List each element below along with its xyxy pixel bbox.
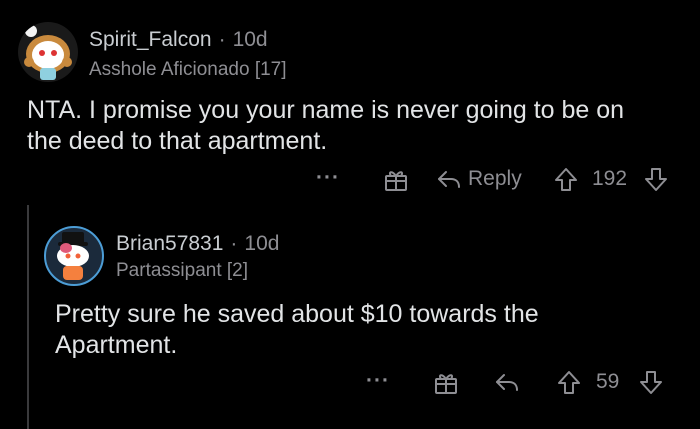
more-button[interactable]: ··· <box>366 369 390 393</box>
downvote-icon[interactable] <box>643 166 669 199</box>
avatar-spirit-falcon[interactable] <box>18 22 78 82</box>
user-flair: Asshole Aficionado [17] <box>89 59 287 80</box>
thread-line <box>27 205 29 429</box>
avatar-brian57831[interactable] <box>44 226 104 286</box>
separator: · <box>218 28 226 51</box>
more-button[interactable]: ··· <box>316 166 340 190</box>
username[interactable]: Brian57831 <box>116 232 223 256</box>
reply-label: Reply <box>468 167 522 190</box>
score: 59 <box>596 370 620 393</box>
username[interactable]: Spirit_Falcon <box>89 28 212 52</box>
separator: · <box>230 232 238 255</box>
score: 192 <box>592 167 628 190</box>
downvote-icon[interactable] <box>638 369 664 402</box>
comment-body: NTA. I promise you your name is never go… <box>27 96 625 155</box>
reply-icon[interactable] <box>494 369 520 401</box>
reply-button[interactable]: Reply <box>436 166 522 192</box>
upvote-icon[interactable] <box>556 369 582 402</box>
reply-icon <box>438 171 460 188</box>
snoo-avatar-icon <box>57 232 89 280</box>
comment-header: Brian57831 · 10d <box>116 232 279 256</box>
gift-icon[interactable] <box>433 370 459 402</box>
user-flair: Partassipant [2] <box>116 260 249 281</box>
comment-body: Pretty sure he saved about $10 towards t… <box>55 300 539 359</box>
comment-header: Spirit_Falcon · 10d <box>89 28 268 52</box>
upvote-icon[interactable] <box>553 166 579 199</box>
comment-age: 10d <box>232 28 268 51</box>
gift-icon[interactable] <box>383 167 409 199</box>
comment-age: 10d <box>244 232 280 255</box>
snoo-avatar-icon <box>24 25 72 80</box>
